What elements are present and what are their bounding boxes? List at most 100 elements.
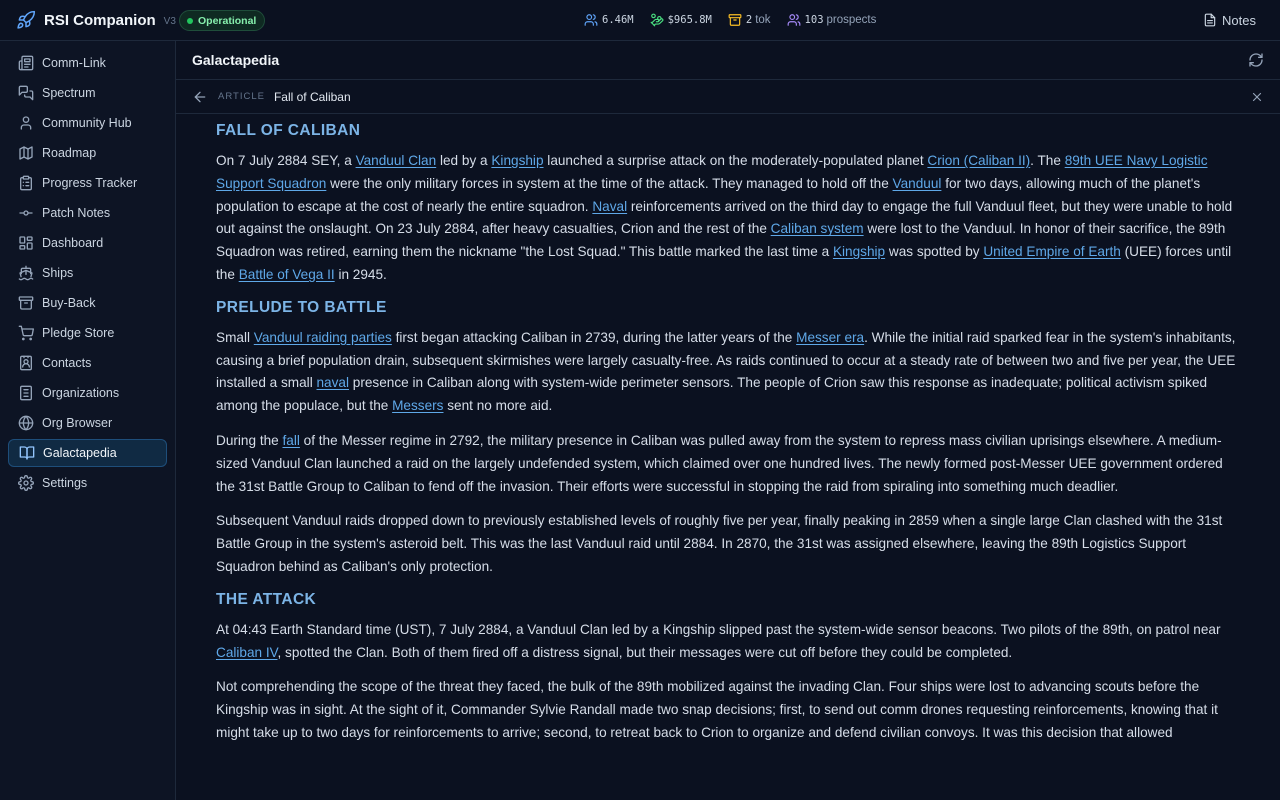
article-link[interactable]: fall — [283, 433, 300, 448]
sidebar-item-buy-back[interactable]: Buy-Back — [8, 289, 167, 317]
chat-icon — [18, 85, 34, 101]
top-bar: RSI Companion V3 Operational 6.46M $965.… — [0, 0, 1280, 41]
article-bar: ARTICLE Fall of Caliban — [176, 80, 1280, 114]
stat-prospects-value: 103 — [804, 14, 824, 26]
article-paragraph: Subsequent Vanduul raids dropped down to… — [216, 510, 1240, 578]
paragraph-text: Small — [216, 329, 254, 345]
sidebar-item-dashboard[interactable]: Dashboard — [8, 229, 167, 257]
sidebar-item-organizations[interactable]: Organizations — [8, 379, 167, 407]
sidebar-item-roadmap[interactable]: Roadmap — [8, 139, 167, 167]
sidebar-item-label: Organizations — [42, 386, 120, 400]
header-stats: 6.46M $965.8M 2 tok 103 prospects — [584, 0, 892, 40]
article-link[interactable]: United Empire of Earth — [983, 244, 1121, 259]
sidebar-item-label: Comm-Link — [42, 56, 106, 70]
stat-tokens-unit: tok — [755, 14, 771, 26]
sidebar-item-label: Galactapedia — [43, 446, 117, 460]
paragraph-text: At 04:43 Earth Standard time (UST), 7 Ju… — [216, 621, 1221, 637]
refresh-icon[interactable] — [1248, 52, 1264, 68]
gear-icon — [18, 475, 34, 491]
article-content: FALL OF CALIBAN On 7 July 2884 SEY, a Van… — [176, 115, 1280, 800]
article-link[interactable]: Kingship — [491, 153, 543, 168]
paragraph-text: in 2945. — [334, 266, 387, 282]
article-section: FALL OF CALIBAN On 7 July 2884 SEY, a Van… — [216, 122, 1240, 287]
paragraph-text: launched a surprise attack on the modera… — [543, 153, 928, 168]
sidebar-item-spectrum[interactable]: Spectrum — [8, 79, 167, 107]
article-title: Fall of Caliban — [273, 89, 351, 104]
back-arrow-icon[interactable] — [192, 89, 208, 105]
article-link[interactable]: Vanduul raiding parties — [254, 330, 392, 345]
map-icon — [19, 146, 33, 160]
sidebar-item-label: Progress Tracker — [42, 176, 138, 190]
article-section: THE ATTACK At 04:43 Earth Standard time (… — [216, 591, 1240, 745]
user-icon — [20, 116, 32, 130]
article-link[interactable]: Vanduul Clan — [356, 153, 437, 168]
article-link[interactable]: Battle of Vega II — [239, 267, 335, 282]
sidebar-item-label: Pledge Store — [42, 326, 115, 340]
paragraph-text: During the — [216, 432, 283, 448]
article-paragraph: Small Vanduul raiding parties first bega… — [216, 327, 1240, 418]
sidebar-item-label: Roadmap — [42, 146, 97, 160]
article-link[interactable]: Messer era — [796, 330, 864, 345]
sidebar-item-settings[interactable]: Settings — [8, 469, 167, 497]
article-paragraph: At 04:43 Earth Standard time (UST), 7 Ju… — [216, 619, 1240, 665]
rocket-icon — [16, 10, 36, 30]
close-icon[interactable] — [1250, 90, 1264, 104]
article-link[interactable]: Caliban IV — [216, 645, 277, 660]
sidebar-item-label: Patch Notes — [42, 206, 111, 220]
sidebar-item-community-hub[interactable]: Community Hub — [8, 109, 167, 137]
breadcrumb-label: ARTICLE — [218, 91, 265, 102]
paragraph-text: of the Messer regime in 2792, the milita… — [216, 432, 1223, 494]
sidebar-item-label: Buy-Back — [42, 296, 96, 310]
stat-users-value: 6.46M — [602, 14, 634, 26]
commit-icon — [19, 210, 33, 216]
paragraph-text: , spotted the Clan. Both of them fired o… — [277, 644, 1013, 660]
notes-label: Notes — [1222, 12, 1256, 28]
sidebar-item-org-browser[interactable]: Org Browser — [8, 409, 167, 437]
stat-funding: $965.8M — [650, 13, 712, 27]
stat-funding-value: $965.8M — [667, 14, 712, 26]
sidebar-item-progress-tracker[interactable]: Progress Tracker — [8, 169, 167, 197]
sidebar-item-label: Ships — [42, 266, 74, 280]
sidebar-item-label: Spectrum — [42, 86, 96, 100]
sidebar-item-label: Contacts — [42, 356, 92, 370]
stat-prospects-unit: prospects — [826, 14, 877, 26]
ship-icon — [18, 265, 34, 281]
brand[interactable]: RSI Companion V3 — [16, 0, 176, 40]
paragraph-text: Subsequent Vanduul raids dropped down to… — [216, 513, 1223, 574]
book-icon — [19, 446, 35, 460]
article-link[interactable]: Messers — [392, 398, 443, 413]
file-text-icon — [1204, 13, 1216, 27]
article-link[interactable]: Crion (Caliban II) — [927, 153, 1030, 168]
article-link[interactable]: Kingship — [833, 244, 885, 259]
stat-tokens: 2 tok — [728, 13, 771, 27]
sidebar-item-comm-link[interactable]: Comm-Link — [8, 49, 167, 77]
box-icon — [728, 14, 742, 26]
cart-icon — [18, 325, 34, 341]
article-link[interactable]: Caliban system — [771, 221, 864, 236]
paragraph-text: sent no more aid. — [443, 398, 553, 414]
section-heading: PRELUDE TO BATTLE — [216, 298, 387, 316]
status-dot-icon — [187, 17, 193, 24]
grid-icon — [19, 236, 33, 250]
sidebar-item-ships[interactable]: Ships — [8, 259, 167, 287]
sidebar: Comm-Link Spectrum Community Hub Roadmap… — [0, 41, 176, 800]
sidebar-item-pledge-store[interactable]: Pledge Store — [8, 319, 167, 347]
article-link[interactable]: naval — [317, 375, 350, 390]
users-icon — [584, 14, 598, 26]
sidebar-item-patch-notes[interactable]: Patch Notes — [8, 199, 167, 227]
notes-button[interactable]: Notes — [1203, 0, 1256, 40]
stat-tokens-value: 2 — [745, 14, 753, 26]
newspaper-icon — [18, 55, 34, 71]
article-link[interactable]: Naval — [592, 199, 627, 214]
panel-header: Galactapedia — [176, 41, 1280, 80]
article-link[interactable]: Vanduul — [893, 176, 942, 191]
stat-users: 6.46M — [584, 13, 634, 27]
paragraph-text: On 7 July 2884 SEY, a — [216, 153, 356, 168]
sidebar-item-contacts[interactable]: Contacts — [8, 349, 167, 377]
page-title: Galactapedia — [192, 52, 280, 68]
main-panel: Galactapedia ARTICLE Fall of Caliban FAL… — [176, 41, 1280, 800]
paragraph-text: first began attacking Caliban in 2739, d… — [391, 329, 797, 345]
sidebar-nav: Comm-Link Spectrum Community Hub Roadmap… — [8, 49, 167, 499]
paragraph-text: led by a — [436, 153, 492, 168]
sidebar-item-galactapedia[interactable]: Galactapedia — [8, 439, 167, 467]
